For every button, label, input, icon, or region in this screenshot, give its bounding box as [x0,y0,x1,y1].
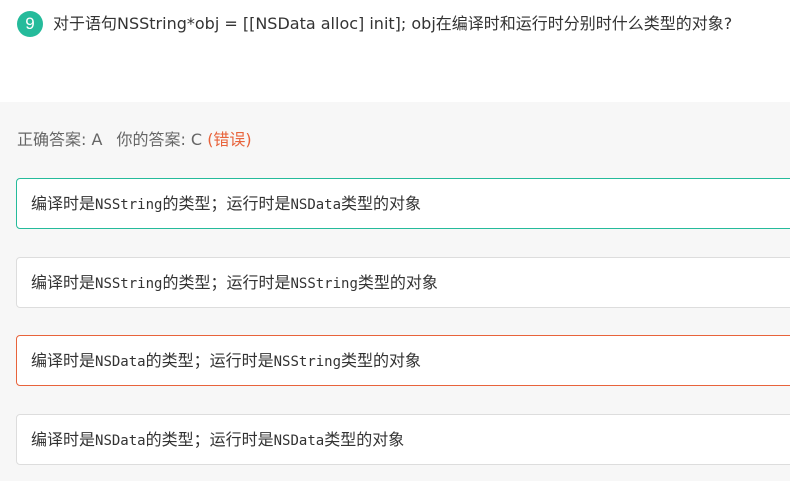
option-d-label: 编译时是NSData的类型；运行时是NSData类型的对象 [31,430,405,449]
answer-status: (错误) [207,130,252,149]
option-c-label: 编译时是NSData的类型；运行时是NSString类型的对象 [31,351,422,370]
answer-panel: 正确答案: A 你的答案: C (错误) 编译时是NSString的类型；运行时是… [0,102,790,481]
option-b-label: 编译时是NSString的类型；运行时是NSString类型的对象 [31,273,438,292]
question-text: 对于语句NSString*obj = [[NSData alloc] init]… [53,14,733,33]
option-d[interactable]: 编译时是NSData的类型；运行时是NSData类型的对象 [16,414,790,465]
answer-result: 正确答案: A 你的答案: C (错误) [17,129,252,151]
your-answer-label: 你的答案: C [116,130,203,149]
question-number-badge: 9 [17,11,43,37]
correct-answer-label: 正确答案: A [17,130,103,149]
option-a[interactable]: 编译时是NSString的类型；运行时是NSData类型的对象 [16,178,790,229]
option-a-label: 编译时是NSString的类型；运行时是NSData类型的对象 [31,194,422,213]
question-header: 9 对于语句NSString*obj = [[NSData alloc] ini… [0,0,790,102]
option-b[interactable]: 编译时是NSString的类型；运行时是NSString类型的对象 [16,257,790,308]
option-c[interactable]: 编译时是NSData的类型；运行时是NSString类型的对象 [16,335,790,386]
